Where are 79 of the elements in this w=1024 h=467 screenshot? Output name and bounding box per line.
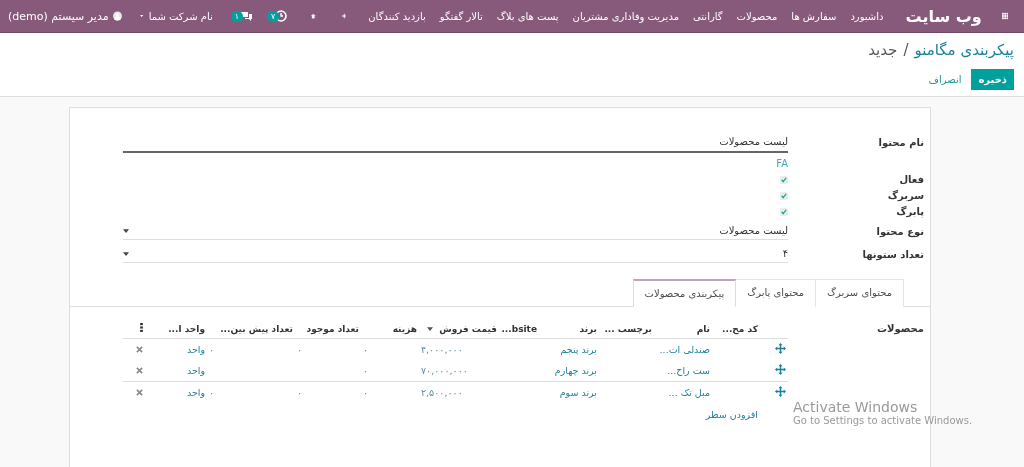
tab[interactable]: محتوای پابرگ: [735, 279, 817, 307]
field-label: محصولات: [876, 323, 924, 334]
activation-title: Activate Windows: [793, 399, 919, 415]
column-header[interactable]: تعداد پیش بین...: [220, 323, 293, 334]
breadcrumb-current: جدید: [868, 41, 898, 59]
checkbox[interactable]: [780, 176, 788, 184]
menu-item[interactable]: سفارش ها: [791, 10, 837, 22]
column-header[interactable]: ...bsite: [501, 323, 537, 334]
table-cell: واحد: [186, 387, 205, 398]
table-cell: ۰: [209, 387, 215, 398]
table-cell: برند پنجم: [560, 344, 597, 355]
app-title: وب سایت: [905, 6, 982, 26]
caret-icon: [123, 228, 129, 233]
select-field[interactable]: لیست محصولات: [123, 222, 788, 240]
menu-item[interactable]: داشبورد: [850, 10, 884, 22]
table-cell: واحد: [186, 365, 205, 376]
activity-count-badge: ۷: [267, 10, 280, 22]
activation-subtitle: Go to Settings to activate Windows.: [793, 415, 973, 426]
table-cell: ۰: [363, 344, 369, 355]
column-header[interactable]: تعداد موجود: [306, 323, 359, 334]
field-label: نام محتوا: [877, 137, 924, 148]
tab[interactable]: پیکربندی محصولات: [632, 279, 737, 307]
column-header[interactable]: هزینه: [392, 323, 417, 334]
field-label: تعداد ستونها: [861, 248, 924, 260]
table-cell: ۷۰,۰۰۰,۰۰۰: [421, 365, 468, 376]
table-cell: ۰: [363, 387, 369, 398]
breadcrumb-separator: /: [903, 41, 909, 59]
checkbox[interactable]: [780, 208, 788, 216]
select-field[interactable]: ۴: [123, 245, 788, 263]
table-cell: واحد: [186, 344, 205, 355]
drag-handle-icon[interactable]: [775, 386, 786, 397]
tab[interactable]: محتوای سربرگ: [815, 279, 904, 307]
table-cell: ۰: [297, 344, 303, 355]
drag-handle-icon[interactable]: [775, 343, 786, 354]
add-line-link[interactable]: افزودن سطر: [705, 409, 758, 420]
drag-handle-icon[interactable]: [775, 364, 786, 375]
field-label: سربرگ: [886, 190, 924, 201]
table-cell: ۴,۰۰۰,۰۰۰: [421, 344, 463, 355]
table-cell: ۰: [363, 365, 369, 376]
bug-icon[interactable]: [311, 11, 316, 21]
menu-item[interactable]: بازدید کنندگان: [368, 10, 426, 22]
column-header[interactable]: برچسب ...: [604, 323, 652, 334]
table-cell: مبل تک ...: [668, 387, 710, 398]
menu-item[interactable]: گارانتی: [693, 10, 723, 22]
caret-icon: [123, 251, 129, 256]
name-field[interactable]: لیست محصولات: [123, 132, 788, 153]
column-header[interactable]: واحد ا...: [168, 323, 205, 334]
menu-item[interactable]: مدیریت وفاداری مشتریان: [572, 10, 679, 22]
column-header[interactable]: قیمت فروش: [439, 323, 497, 334]
breadcrumb-link[interactable]: پیکربندی مگامنو: [914, 41, 1014, 59]
table-cell: صندلی ات...: [659, 344, 710, 355]
menu-item[interactable]: پست های بلاگ: [496, 10, 559, 22]
column-header[interactable]: کد مح...: [722, 323, 758, 334]
column-header[interactable]: نام: [696, 323, 710, 334]
company-switcher[interactable]: نام شرکت شما: [148, 10, 213, 22]
table-cell: برند سوم: [559, 387, 597, 398]
column-header[interactable]: برند: [579, 323, 597, 334]
user-menu[interactable]: مدیر سیستم (demo): [8, 9, 109, 23]
plus-icon[interactable]: [341, 11, 347, 21]
sort-caret-icon[interactable]: [427, 326, 434, 331]
discard-button[interactable]: انصراف: [928, 74, 962, 85]
table-cell: برند چهارم: [554, 365, 597, 376]
field-label: نوع محتوا: [875, 225, 924, 237]
caret-icon: [139, 14, 143, 18]
delete-icon[interactable]: [136, 346, 143, 353]
column-options-icon[interactable]: [140, 323, 143, 332]
menu-item[interactable]: محصولات: [736, 10, 778, 22]
menu-item[interactable]: تالار گفتگو: [439, 10, 483, 22]
checkbox[interactable]: [780, 192, 788, 200]
message-count-badge: ۱: [230, 10, 243, 22]
table-cell: ست راح...: [667, 365, 710, 376]
field-label: پابرگ: [895, 206, 924, 217]
field-label: فعال: [898, 174, 924, 185]
table-cell: ۰: [209, 344, 215, 355]
clock-icon[interactable]: [275, 10, 288, 22]
delete-icon[interactable]: [136, 367, 143, 374]
table-cell: ۲,۵۰۰,۰۰۰: [421, 387, 463, 398]
delete-icon[interactable]: [136, 389, 143, 396]
table-cell: ۰: [297, 387, 303, 398]
